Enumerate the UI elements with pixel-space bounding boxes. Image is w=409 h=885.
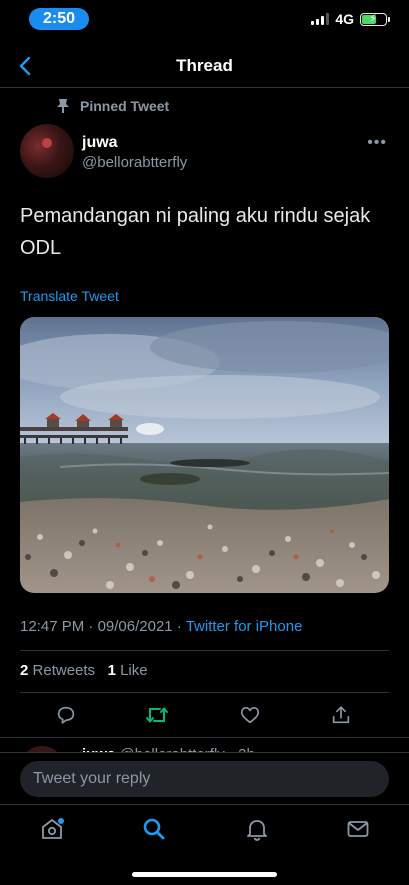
status-time: 2:50 (29, 8, 89, 30)
network-label: 4G (335, 11, 354, 27)
battery-icon: ⚡ (360, 12, 390, 26)
tab-home[interactable] (38, 815, 66, 843)
tweet-stats: 2 Retweets 1 Like (20, 662, 148, 679)
tweet-time: 12:47 PM (20, 618, 85, 635)
tab-notifications[interactable] (243, 815, 271, 843)
signal-icon (311, 13, 330, 25)
retweets-label[interactable]: Retweets (33, 662, 96, 679)
status-indicators: 4G ⚡ (311, 11, 390, 27)
page-title: Thread (176, 56, 233, 75)
tweet-source[interactable]: Twitter for iPhone (186, 618, 303, 635)
tweet-date: 09/06/2021 (97, 618, 173, 635)
retweets-count[interactable]: 2 (20, 662, 28, 679)
retweet-icon (146, 707, 168, 723)
retweet-button[interactable] (142, 700, 172, 730)
pinned-label: Pinned Tweet (80, 98, 170, 114)
likes-count[interactable]: 1 (108, 662, 116, 679)
tweet-actions (0, 700, 409, 730)
like-icon (240, 707, 260, 724)
author-handle[interactable]: @bellorabtterfly (82, 154, 187, 171)
likes-label[interactable]: Like (120, 662, 148, 679)
avatar[interactable] (20, 124, 74, 178)
tab-search[interactable] (140, 815, 168, 843)
author-name[interactable]: juwa (82, 134, 118, 152)
divider (20, 650, 389, 651)
reply-input[interactable]: Tweet your reply (20, 761, 389, 797)
more-icon: ••• (367, 134, 387, 151)
reply-bar: Tweet your reply (0, 752, 409, 804)
share-button[interactable] (326, 700, 356, 730)
tweet-text: Pemandangan ni paling aku rindu sejak OD… (20, 205, 371, 259)
home-indicator (132, 872, 277, 877)
more-button[interactable]: ••• (367, 134, 387, 152)
tweet-timestamp: 12:47 PM · 09/06/2021 · Twitter for iPho… (20, 618, 303, 635)
reply-icon (57, 706, 75, 724)
pin-icon (57, 99, 69, 113)
like-button[interactable] (235, 700, 265, 730)
status-bar: 2:50 4G ⚡ (0, 0, 409, 44)
share-icon (332, 706, 350, 724)
reply-button[interactable] (51, 700, 81, 730)
divider (20, 692, 389, 693)
pinned-indicator: Pinned Tweet (56, 98, 169, 114)
translate-link[interactable]: Translate Tweet (20, 288, 119, 304)
home-icon (42, 818, 64, 839)
messages-icon (347, 821, 369, 837)
tab-messages[interactable] (344, 815, 372, 843)
tweet-photo[interactable] (20, 317, 389, 593)
nav-bar: Thread (0, 44, 409, 88)
notifications-icon (247, 820, 267, 841)
search-icon (143, 818, 165, 840)
